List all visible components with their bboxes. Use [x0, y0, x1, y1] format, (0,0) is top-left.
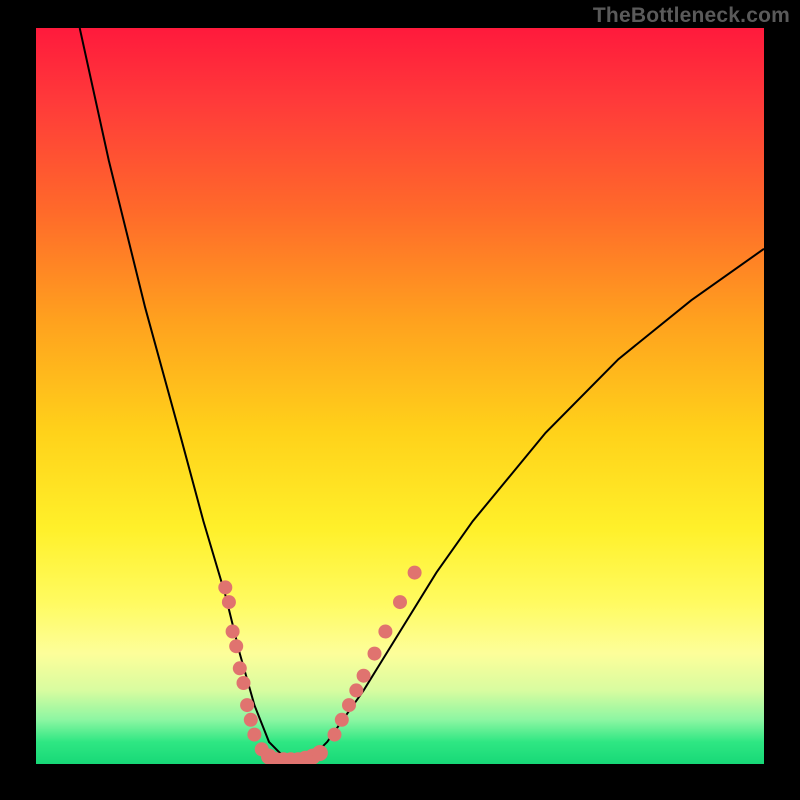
data-marker [393, 595, 407, 609]
data-marker [218, 580, 232, 594]
data-marker [335, 713, 349, 727]
data-marker [378, 625, 392, 639]
data-marker [233, 661, 247, 675]
data-marker [247, 728, 261, 742]
data-marker [328, 728, 342, 742]
data-marker [342, 698, 356, 712]
data-marker [312, 745, 328, 761]
chart-frame: TheBottleneck.com [0, 0, 800, 800]
data-marker [237, 676, 251, 690]
data-marker [349, 683, 363, 697]
data-marker [244, 713, 258, 727]
data-marker [368, 647, 382, 661]
data-marker [357, 669, 371, 683]
data-marker [222, 595, 236, 609]
data-marker [226, 625, 240, 639]
data-marker [408, 566, 422, 580]
data-marker [240, 698, 254, 712]
data-marker [229, 639, 243, 653]
watermark-text: TheBottleneck.com [593, 4, 790, 28]
plot-area [36, 28, 764, 764]
curve-path [80, 28, 764, 764]
bottleneck-curve [36, 28, 764, 764]
